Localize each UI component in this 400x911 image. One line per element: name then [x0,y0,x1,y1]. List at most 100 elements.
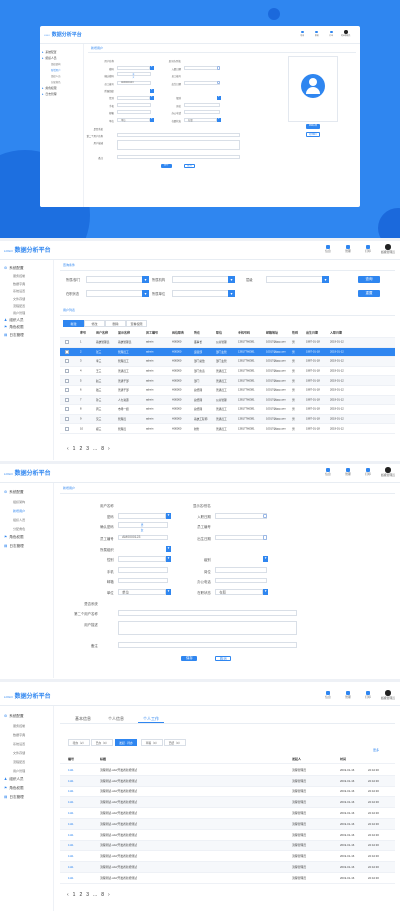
table-row[interactable]: 1111 流程测试-cd2/开发者新增测试 流程管理员 2019-01-16 22:42… [60,840,395,852]
sidebar-item[interactable]: ⚑ 角色权限 [4,325,24,330]
table-row[interactable]: 1 系统管理员 系统管理员 admin H00000 董事长 公共管理 13817766381… [60,338,395,348]
alt-user-field[interactable] [118,610,297,616]
sidebar-item[interactable]: 分配角色 [51,80,61,84]
choose-image-button[interactable]: 选择图片 [306,132,320,137]
filter-chip[interactable]: 已结（0） [164,739,186,746]
row-checkbox[interactable] [65,340,69,345]
user-avatar-button[interactable]: 超级管理员 [339,30,354,37]
tools-button[interactable]: 管理 [338,244,358,253]
user-avatar-button[interactable]: 超级管理员 [378,690,398,700]
next-page-button[interactable]: › [108,446,110,452]
search-input[interactable] [266,276,328,283]
sidebar-item[interactable]: 流程配置 [13,759,25,764]
sidebar-item[interactable]: 新增用户 [51,68,61,72]
mail-button[interactable]: 打印 [358,690,378,699]
tools-button[interactable]: 管理 [310,30,325,37]
gender-field[interactable] [116,95,150,100]
cancel-button[interactable]: 取消 [215,655,232,662]
table-row[interactable]: 3 李三 管理员工 admin H00000 部门总监 部门主管 13817766381 100… [60,357,395,367]
sidebar-item[interactable]: ♟ 组织人员 [4,318,24,323]
unit-select[interactable]: ▾ [149,118,154,123]
tools-button[interactable]: 管理 [338,467,358,476]
reset-button[interactable]: 重置 [358,290,380,297]
calendar-icon[interactable] [216,66,220,70]
search-dropdown[interactable]: ▾ [228,276,235,283]
query-button[interactable]: 查询 [358,276,380,283]
org-field[interactable]: 单位 [116,118,150,122]
next-page-button[interactable]: › [108,892,110,898]
search-dropdown[interactable]: ▾ [142,276,149,283]
status-field[interactable]: 在职 [184,118,217,122]
table-row[interactable]: 1111 流程测试-cd2/开发者新增测试 流程管理员 2019-01-16 22:42… [60,775,395,787]
table-row[interactable]: 5 赵三 普通干部 admin H00000 部门 普通员工 13817766381 10017… [60,376,395,386]
save-button[interactable]: 保存 [181,655,198,662]
toolbar-tab[interactable]: 新建 [63,320,84,327]
search-dropdown[interactable]: ▾ [228,290,235,297]
table-row[interactable]: 1111 流程测试-cd2/开发者新增测试 流程管理员 2019-01-16 22:42… [60,851,395,863]
more-link[interactable]: 更多 [373,748,379,752]
join-date-field[interactable] [184,66,220,70]
sidebar-item[interactable]: 组织架构 [51,62,61,66]
gender-select[interactable]: ▾ [165,556,172,562]
sidebar-item[interactable]: ▸ 角色权限 [42,86,57,90]
sidebar-item[interactable]: 服务控制 [13,273,25,278]
table-row[interactable]: 1111 流程测试-cd2/开发者新增测试 流程管理员 2019-01-16 22:42… [60,765,395,776]
row-checkbox[interactable] [65,349,69,354]
birth-date-field[interactable] [215,534,268,541]
upload-avatar-button[interactable]: 更换头像 [306,124,320,129]
password-toggle[interactable]: ▾ [149,66,154,70]
table-row[interactable]: 1111 流程测试-cd2/开发者新增测试 流程管理员 2019-01-16 22:42… [60,787,395,798]
prev-page-button[interactable]: ‹ [67,446,69,452]
tools-button[interactable]: 管理 [338,690,358,699]
sidebar-item[interactable]: 系统设置 [13,288,25,293]
unit-select[interactable]: ▾ [165,588,172,595]
desc-field[interactable] [118,620,297,636]
search-input[interactable] [172,290,234,297]
table-row[interactable]: 9 吴三 管理员 admin H00000 系统工程师 普通员工 13817766381 100… [60,414,395,425]
table-row[interactable]: 1111 流程测试-cd2/开发者新增测试 流程管理员 2019-01-16 22:42… [60,862,395,873]
calendar-icon[interactable] [216,81,220,85]
sidebar-item[interactable]: ♟ 组织人员 [4,777,24,782]
mail-button[interactable]: 打印 [324,30,339,37]
sidebar-item[interactable]: 用户管理 [13,310,25,315]
sidebar-item[interactable]: 新增用户 [13,508,25,513]
table-row[interactable]: 4 王三 普通员工 admin H00000 部门负责 普通员工 13817766381 100… [60,367,395,377]
password-toggle[interactable]: ▾ [165,513,172,519]
prev-page-button[interactable]: ‹ [67,892,69,898]
sidebar-item[interactable]: 系统设置 [13,741,25,746]
sidebar-item[interactable]: ▤ 日志管理 [4,795,24,800]
status-select[interactable]: ▾ [216,118,221,123]
search-input[interactable] [86,276,148,283]
sidebar-item[interactable]: 组织人员 [51,74,61,78]
save-button[interactable]: 保存 [160,164,172,169]
remark-field[interactable] [116,154,241,159]
sidebar-item[interactable]: 分配角色 [13,526,25,531]
post-field[interactable] [215,567,268,574]
office-phone-field[interactable] [184,110,220,115]
sidebar-item[interactable]: ⚑ 角色权限 [4,786,24,791]
message-button[interactable]: 信息 [295,30,310,37]
page-link[interactable]: 2 [79,892,82,898]
pagination[interactable]: ‹ 1 2 3... 8 › [67,892,110,899]
remark-field[interactable] [118,641,297,648]
email-field[interactable] [116,110,152,115]
page-link[interactable]: 3 [86,446,89,452]
sidebar-item[interactable]: ▸ 日志管理 [42,92,57,96]
mail-button[interactable]: 打印 [358,244,378,253]
sidebar-item[interactable]: ⚑ 角色权限 [4,535,24,540]
page-link[interactable]: 1 [73,892,76,898]
level-select[interactable]: ▾ [262,556,269,562]
status-select[interactable]: ▾ [262,588,269,595]
toolbar-tab[interactable]: 删除 [105,320,126,327]
user-code-field[interactable]: AM0000123 [116,80,152,85]
phone-field[interactable] [118,567,168,574]
desc-field[interactable] [116,140,241,151]
message-button[interactable]: 信息 [318,690,338,699]
org-select[interactable]: ▾ [149,88,154,93]
sidebar-item[interactable]: ▤ 日志管理 [4,333,24,338]
gender-select[interactable]: ▾ [149,95,154,100]
org-select[interactable]: ▾ [165,545,172,552]
filter-chip[interactable]: 已办（0） [91,739,113,746]
cancel-button[interactable]: 取消 [184,164,195,169]
search-input[interactable] [172,276,234,283]
